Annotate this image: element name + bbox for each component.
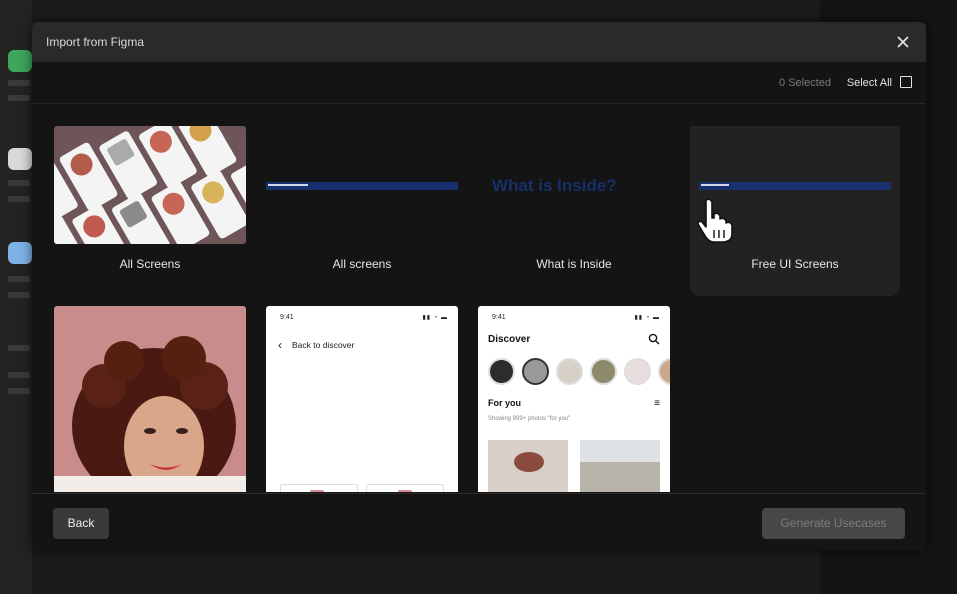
frame-card-portrait[interactable] xyxy=(54,306,264,492)
frame-card-all-screens[interactable]: All Screens xyxy=(54,126,264,304)
status-icons: ▮▮ ◔ ▬ xyxy=(634,315,660,321)
status-time: 9:41 xyxy=(492,314,506,321)
frame-card-label: All Screens xyxy=(119,257,181,271)
generate-usecases-button[interactable]: Generate Usecases xyxy=(762,508,905,539)
background-line xyxy=(8,180,30,186)
background-chip xyxy=(8,242,32,264)
back-button[interactable]: Back xyxy=(53,508,109,539)
modal-title: Import from Figma xyxy=(46,35,145,49)
background-line xyxy=(8,388,30,394)
close-icon[interactable] xyxy=(892,31,914,53)
background-line xyxy=(8,345,30,351)
placeholder-dot xyxy=(398,490,412,492)
modal-header: Import from Figma xyxy=(32,22,926,62)
photo-tile-sky xyxy=(580,440,660,462)
frame-card-label: Free UI Screens xyxy=(751,257,839,271)
discover-title: Discover xyxy=(488,334,531,345)
background-sidebar xyxy=(0,0,32,594)
frame-card-all-screens-2[interactable]: All screens xyxy=(266,126,476,304)
background-line xyxy=(8,276,30,282)
story-avatar xyxy=(556,358,583,385)
story-avatar xyxy=(488,358,515,385)
phone-screen: 9:41 ▮▮ ◔ ▬ Discover For you ≡ Showing 9… xyxy=(478,306,670,492)
phone-screen: 9:41 ▮▮ ◔ ▬ ‹ Back to discover xyxy=(266,306,458,492)
background-chip xyxy=(8,50,32,72)
thumbnail-heading: What is Inside? xyxy=(492,176,617,195)
status-time: 9:41 xyxy=(280,314,294,321)
story-avatar xyxy=(658,358,670,385)
frame-card-label: All screens xyxy=(332,257,392,271)
background-line xyxy=(8,95,30,101)
background-line xyxy=(8,292,30,298)
select-all-checkbox[interactable] xyxy=(900,76,912,88)
photo-tile-spoon xyxy=(514,452,544,472)
modal-footer: Back Generate Usecases xyxy=(32,493,926,550)
hand-cursor-icon xyxy=(697,198,733,243)
background-line xyxy=(8,80,30,86)
search-icon xyxy=(648,333,660,345)
frame-thumbnail: What is Inside? xyxy=(478,126,670,244)
select-all-label[interactable]: Select All xyxy=(847,77,892,89)
frame-thumbnail xyxy=(54,126,246,244)
frame-card-back-to-discover[interactable]: 9:41 ▮▮ ◔ ▬ ‹ Back to discover xyxy=(266,306,476,492)
menu-icon: ≡ xyxy=(654,398,660,409)
frame-thumbnail xyxy=(266,126,458,244)
frame-card-what-is-inside[interactable]: What is Inside? What is Inside xyxy=(478,126,688,304)
background-line xyxy=(8,196,30,202)
frames-grid: All Screens All screens What is Inside? … xyxy=(54,126,904,492)
story-avatar xyxy=(522,358,549,385)
frame-thumbnail xyxy=(54,306,246,492)
thumbnail-bar-label xyxy=(701,184,729,186)
background-chip xyxy=(8,148,32,170)
thumbnail-bar-label xyxy=(268,184,308,186)
back-to-discover-label: Back to discover xyxy=(292,340,355,350)
for-you-subtitle: Showing 999+ photos "for you" xyxy=(488,416,571,422)
story-avatar xyxy=(590,358,617,385)
for-you-heading: For you xyxy=(488,398,521,408)
frame-card-label: What is Inside xyxy=(536,257,612,271)
frame-card-discover[interactable]: 9:41 ▮▮ ◔ ▬ Discover For you ≡ Showing 9… xyxy=(478,306,688,492)
placeholder-dot xyxy=(310,490,324,492)
status-icons: ▮▮ ◔ ▬ xyxy=(422,315,448,321)
selection-toolbar: 0 Selected Select All xyxy=(32,62,926,104)
chevron-left-icon: ‹ xyxy=(278,338,282,352)
import-modal: Import from Figma 0 Selected Select All xyxy=(32,22,926,550)
story-avatar xyxy=(624,358,651,385)
background-line xyxy=(8,372,30,378)
selected-count: 0 Selected xyxy=(779,77,831,89)
